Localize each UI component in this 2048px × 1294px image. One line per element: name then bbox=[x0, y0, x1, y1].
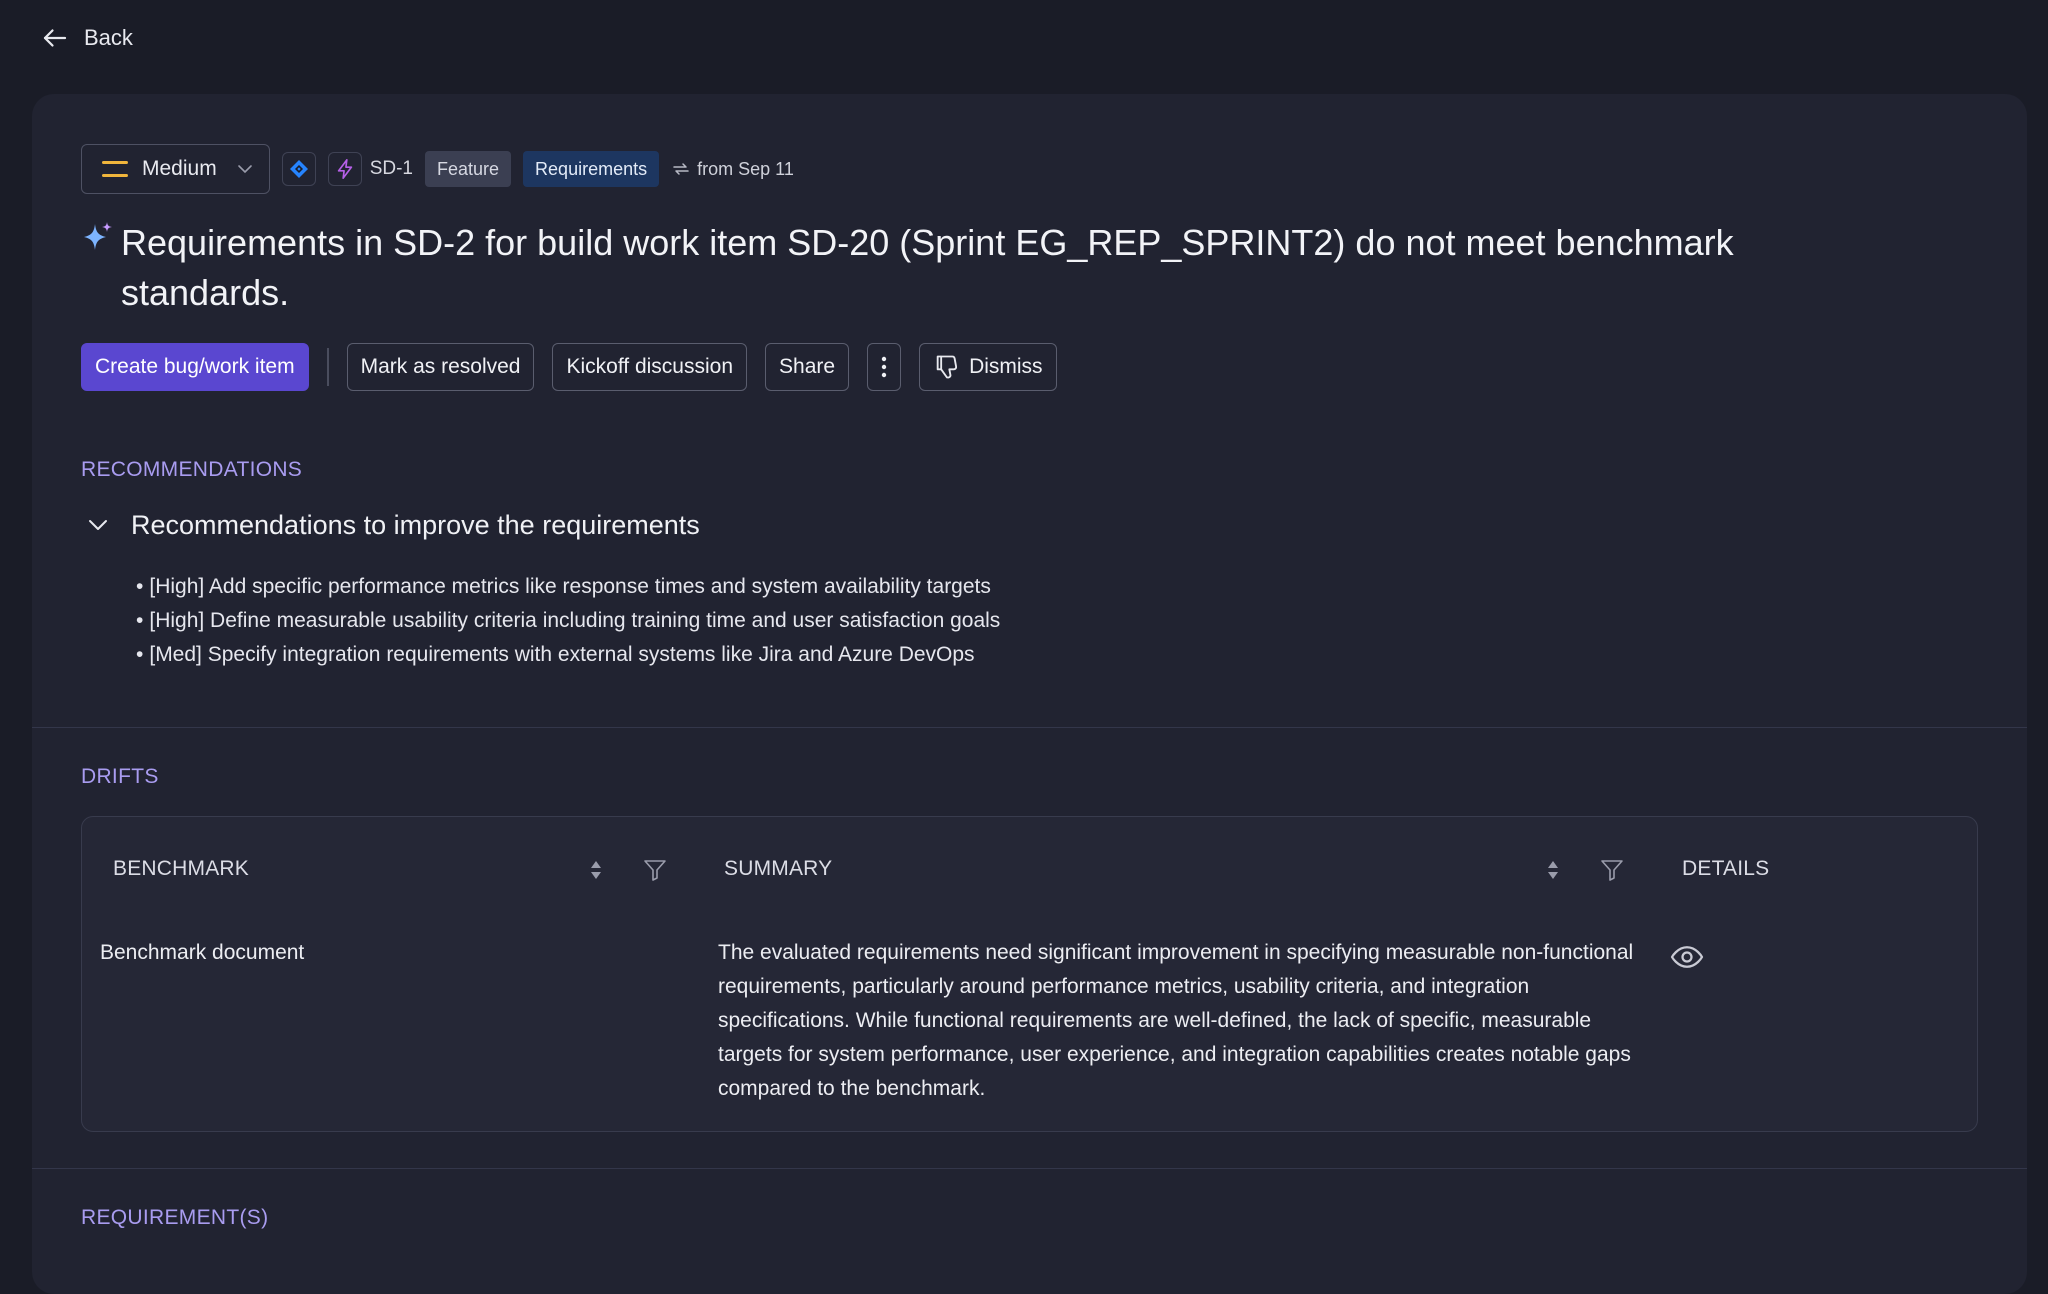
kebab-icon bbox=[881, 356, 887, 378]
back-button[interactable]: Back bbox=[40, 20, 133, 56]
title-block: Requirements in SD-2 for build work item… bbox=[81, 218, 1861, 318]
drifts-section-label: DRIFTS bbox=[81, 765, 159, 788]
action-toolbar: Create bug/work item Mark as resolved Ki… bbox=[81, 342, 1057, 392]
jira-icon[interactable] bbox=[281, 152, 316, 186]
chevron-down-icon bbox=[89, 520, 107, 530]
tag-requirements: Requirements bbox=[523, 151, 660, 187]
requirements-section-label: REQUIREMENT(S) bbox=[81, 1206, 269, 1229]
lightning-icon bbox=[327, 152, 362, 186]
summary-cell: The evaluated requirements need signific… bbox=[718, 941, 1634, 1100]
page-title: Requirements in SD-2 for build work item… bbox=[121, 222, 1734, 313]
from-date-text: from Sep 11 bbox=[697, 158, 794, 179]
chevron-down-icon bbox=[237, 165, 252, 174]
drifts-table: BENCHMARK SUMMARY DETAILS Benchmark docu… bbox=[81, 816, 1978, 1132]
sparkle-icon bbox=[84, 222, 112, 250]
priority-dropdown[interactable]: Medium bbox=[81, 144, 270, 194]
filter-icon[interactable] bbox=[1599, 857, 1625, 883]
section-divider bbox=[32, 1168, 2027, 1169]
priority-label: Medium bbox=[142, 157, 217, 180]
meta-row: Medium SD-1 Feature Requirements from Se… bbox=[81, 144, 794, 194]
benchmark-cell: Benchmark document bbox=[100, 941, 305, 964]
more-options-button[interactable] bbox=[867, 343, 902, 391]
sort-icon[interactable] bbox=[1540, 857, 1566, 883]
column-header-details: DETAILS bbox=[1682, 857, 1770, 880]
list-item: [Med] Specify integration requirements w… bbox=[136, 638, 1000, 672]
share-button[interactable]: Share bbox=[765, 343, 850, 391]
recommendations-section-label: RECOMMENDATIONS bbox=[81, 458, 303, 481]
thumbs-down-icon bbox=[936, 355, 958, 379]
kickoff-discussion-button[interactable]: Kickoff discussion bbox=[552, 343, 748, 391]
list-item: [High] Add specific performance metrics … bbox=[136, 570, 1000, 604]
dismiss-label: Dismiss bbox=[969, 355, 1043, 378]
priority-medium-icon bbox=[102, 161, 128, 177]
back-label: Back bbox=[84, 25, 133, 50]
filter-icon[interactable] bbox=[642, 857, 668, 883]
dismiss-button[interactable]: Dismiss bbox=[919, 343, 1057, 391]
item-id[interactable]: SD-1 bbox=[370, 158, 413, 180]
insight-card: Medium SD-1 Feature Requirements from Se… bbox=[32, 94, 2027, 1294]
toolbar-divider bbox=[326, 348, 329, 386]
arrow-left-icon bbox=[43, 29, 67, 47]
recommendations-list: [High] Add specific performance metrics … bbox=[136, 570, 1000, 672]
column-header-summary[interactable]: SUMMARY bbox=[724, 857, 832, 881]
eye-icon[interactable] bbox=[1669, 939, 1705, 975]
from-date: from Sep 11 bbox=[671, 159, 794, 180]
column-header-benchmark[interactable]: BENCHMARK bbox=[113, 857, 249, 881]
recommendations-heading: Recommendations to improve the requireme… bbox=[131, 509, 700, 540]
mark-resolved-button[interactable]: Mark as resolved bbox=[346, 343, 535, 391]
list-item: [High] Define measurable usability crite… bbox=[136, 604, 1000, 638]
create-bug-button[interactable]: Create bug/work item bbox=[81, 343, 309, 391]
sync-icon bbox=[673, 163, 689, 175]
sort-icon[interactable] bbox=[583, 857, 609, 883]
tag-feature: Feature bbox=[425, 151, 512, 187]
section-divider bbox=[32, 727, 2027, 728]
recommendations-toggle[interactable]: Recommendations to improve the requireme… bbox=[81, 508, 700, 542]
